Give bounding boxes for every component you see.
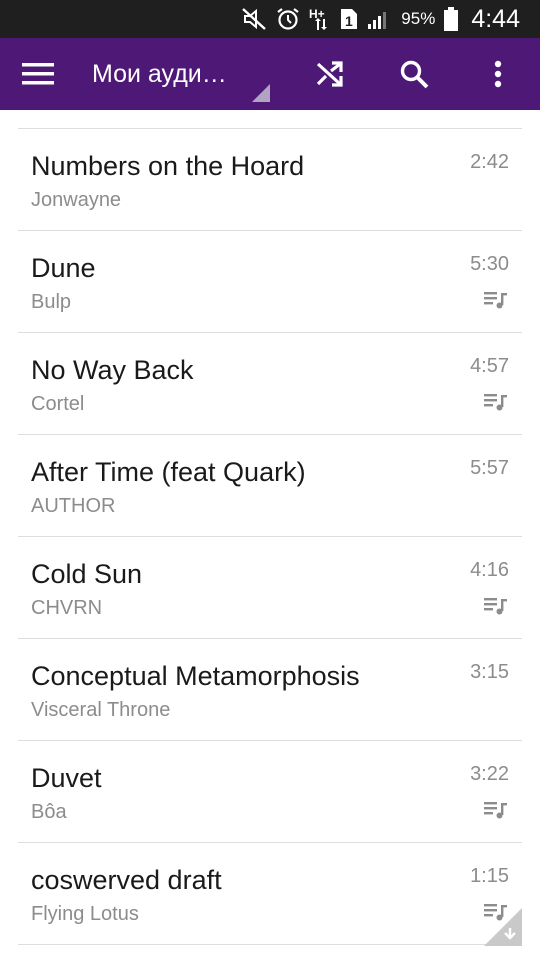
track-row[interactable]: Cold Sun CHVRN 4:16: [18, 536, 522, 638]
track-duration: 5:30: [470, 253, 509, 275]
search-button[interactable]: [390, 50, 438, 98]
track-row[interactable]: No Way Back Cortel 4:57: [18, 332, 522, 434]
track-duration: 4:16: [470, 559, 509, 581]
track-title: Dune: [31, 253, 96, 283]
track-row[interactable]: Duvet Bôa 3:22: [18, 740, 522, 842]
track-list: Numbers on the Hoard Jonwayne 2:42 Dune …: [18, 128, 522, 945]
status-time: 4:44: [471, 4, 520, 33]
status-bar: H+ 1 95% 4:44: [0, 0, 540, 38]
track-title: Cold Sun: [31, 559, 143, 589]
more-options-button[interactable]: [474, 50, 522, 98]
track-artist: Visceral Throne: [31, 699, 171, 721]
alarm-icon: [275, 0, 301, 38]
playlist-music-icon: [484, 394, 507, 411]
track-duration: 2:42: [470, 151, 509, 173]
app-bar: Мои ауди…: [0, 38, 540, 110]
title-spinner[interactable]: Мои ауди…: [92, 38, 274, 110]
track-duration: 4:57: [470, 355, 509, 377]
signal-icon: [367, 0, 391, 38]
shuffle-button[interactable]: [306, 50, 354, 98]
track-duration: 1:15: [470, 865, 509, 887]
playlist-music-icon: [484, 292, 507, 309]
track-row[interactable]: After Time (feat Quark) AUTHOR 5:57: [18, 434, 522, 536]
mute-icon: [241, 0, 267, 38]
playlist-music-icon: [484, 802, 507, 819]
page-title: Мои ауди…: [92, 60, 227, 88]
track-artist: Flying Lotus: [31, 903, 139, 925]
track-title: Numbers on the Hoard: [31, 151, 305, 181]
playlist-music-icon: [484, 598, 507, 615]
track-title: After Time (feat Quark): [31, 457, 306, 487]
sim1-icon: 1: [339, 0, 359, 38]
status-icons: H+ 1 95% 4:44: [241, 0, 520, 38]
track-row[interactable]: Dune Bulp 5:30: [18, 230, 522, 332]
track-title: Conceptual Metamorphosis: [31, 661, 360, 691]
track-duration: 3:15: [470, 661, 509, 683]
battery-percent: 95%: [401, 9, 436, 28]
spinner-triangle-icon: [252, 84, 270, 102]
track-duration: 3:22: [470, 763, 509, 785]
track-artist: Bulp: [31, 291, 72, 313]
track-title: Duvet: [31, 763, 102, 793]
track-artist: AUTHOR: [31, 495, 116, 517]
track-row[interactable]: Numbers on the Hoard Jonwayne 2:42: [18, 128, 522, 230]
menu-button[interactable]: [14, 50, 62, 98]
track-title: No Way Back: [31, 355, 194, 385]
track-artist: Bôa: [31, 801, 67, 823]
track-row[interactable]: coswerved draft Flying Lotus 1:15: [18, 842, 522, 945]
more-vert-icon: [494, 60, 502, 88]
track-artist: Cortel: [31, 393, 85, 415]
menu-icon: [22, 63, 54, 85]
hplus-data-icon: H+: [309, 0, 331, 38]
track-title: coswerved draft: [31, 865, 222, 895]
sim-number: 1: [345, 13, 353, 29]
network-type-label: H+: [309, 7, 325, 21]
battery-icon: [443, 0, 459, 38]
track-artist: CHVRN: [31, 597, 103, 619]
search-icon: [400, 60, 429, 89]
shuffle-icon: [316, 61, 343, 87]
track-artist: Jonwayne: [31, 189, 122, 211]
download-corner-icon[interactable]: [484, 908, 522, 946]
track-duration: 5:57: [470, 457, 509, 479]
track-row[interactable]: Conceptual Metamorphosis Visceral Throne…: [18, 638, 522, 740]
